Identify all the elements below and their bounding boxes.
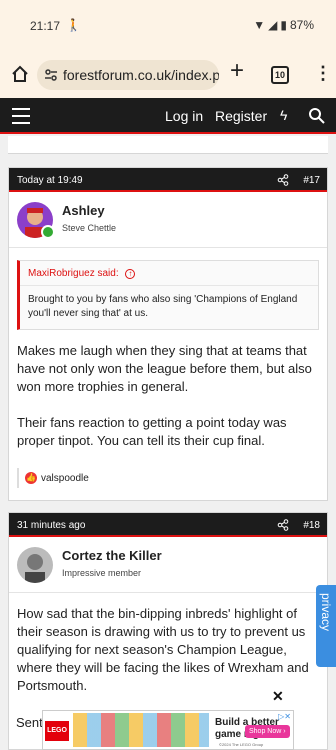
avatar[interactable] bbox=[17, 547, 53, 583]
post-time[interactable]: 31 minutes ago bbox=[17, 520, 85, 531]
user-title: Steve Chettle bbox=[62, 223, 117, 233]
browser-toolbar: forestforum.co.uk/index.ph + 10 ⋮ bbox=[0, 52, 336, 98]
tab-switcher-button[interactable]: 10 bbox=[271, 66, 289, 84]
site-settings-icon[interactable] bbox=[44, 68, 58, 82]
quote-author[interactable]: MaxiRobriguez said: bbox=[28, 268, 119, 279]
previous-post-end bbox=[8, 136, 328, 154]
new-tab-icon[interactable]: + bbox=[230, 59, 244, 83]
quote-text: Brought to you by fans who also sing 'Ch… bbox=[28, 294, 298, 319]
privacy-tab[interactable]: privacy bbox=[316, 585, 336, 667]
close-ad-icon[interactable]: ✕ bbox=[272, 688, 284, 705]
status-icons: ▼ ◢ ▮ 87% bbox=[253, 18, 314, 32]
more-menu-icon[interactable]: ⋮ bbox=[314, 64, 332, 82]
message-partial: Sent bbox=[16, 715, 43, 730]
share-icon[interactable] bbox=[277, 174, 289, 186]
reaction-user[interactable]: valspoodle bbox=[41, 473, 89, 484]
user-info: Cortez the Killer Impressive member bbox=[9, 537, 327, 593]
post-number[interactable]: #17 bbox=[303, 175, 320, 186]
menu-icon[interactable] bbox=[12, 108, 30, 124]
signal-icon: ◢ bbox=[268, 18, 278, 32]
ad-choices-icon[interactable]: ▷✕ bbox=[278, 712, 291, 721]
message-paragraph: Makes me laugh when they sing that at te… bbox=[17, 343, 312, 394]
user-info: Ashley Steve Chettle bbox=[9, 192, 327, 248]
walking-icon: 🚶 bbox=[66, 18, 81, 32]
like-icon: 👍 bbox=[25, 472, 37, 484]
quote-header[interactable]: MaxiRobriguez said: ↑ bbox=[20, 261, 318, 286]
lego-logo: LEGO bbox=[45, 721, 69, 741]
address-bar[interactable]: forestforum.co.uk/index.ph bbox=[37, 60, 219, 90]
message-paragraph: How sad that the bin-dipping inbreds' hi… bbox=[17, 606, 309, 693]
wifi-icon: ▼ bbox=[253, 18, 266, 32]
whats-new-icon[interactable]: ϟ bbox=[280, 107, 287, 123]
login-link[interactable]: Log in bbox=[165, 108, 203, 124]
go-to-quote-icon[interactable]: ↑ bbox=[125, 269, 136, 279]
quote-block: MaxiRobriguez said: ↑ Brought to you by … bbox=[17, 260, 319, 330]
post-message: How sad that the bin-dipping inbreds' hi… bbox=[9, 593, 327, 695]
ad-banner[interactable]: LEGO Build a better game night Shop Now … bbox=[42, 710, 294, 750]
battery-level: 87% bbox=[289, 18, 314, 32]
register-link[interactable]: Register bbox=[215, 108, 267, 124]
post-17: Today at 19:49 #17 Ashley Steve Chettle … bbox=[8, 167, 328, 501]
reaction-bar[interactable]: 👍 valspoodle bbox=[17, 468, 319, 488]
home-icon[interactable] bbox=[11, 65, 29, 83]
post-time[interactable]: Today at 19:49 bbox=[17, 175, 83, 186]
user-title: Impressive member bbox=[62, 568, 142, 578]
status-bar: 21:17 🚶 ▼ ◢ ▮ 87% bbox=[0, 0, 336, 52]
shop-now-button[interactable]: Shop Now › bbox=[245, 725, 290, 738]
ad-fine-print: ©2024 The LEGO Group bbox=[219, 742, 264, 747]
post-header: 31 minutes ago #18 bbox=[9, 513, 327, 537]
online-status-icon bbox=[41, 225, 55, 239]
post-header: Today at 19:49 #17 bbox=[9, 168, 327, 192]
site-nav: Log in Register ϟ bbox=[0, 98, 336, 134]
status-time: 21:17 bbox=[30, 19, 61, 33]
ad-image bbox=[73, 713, 209, 747]
message-paragraph: Their fans reaction to getting a point t… bbox=[17, 415, 287, 448]
post-message: Makes me laugh when they sing that at te… bbox=[9, 330, 327, 450]
address-url: forestforum.co.uk/index.ph bbox=[63, 67, 219, 83]
username[interactable]: Ashley bbox=[62, 203, 105, 218]
share-icon[interactable] bbox=[277, 519, 289, 531]
battery-icon: ▮ bbox=[280, 18, 287, 32]
search-icon[interactable] bbox=[308, 107, 326, 125]
privacy-label: privacy bbox=[319, 593, 333, 632]
username[interactable]: Cortez the Killer bbox=[62, 548, 162, 563]
post-number[interactable]: #18 bbox=[303, 520, 320, 531]
